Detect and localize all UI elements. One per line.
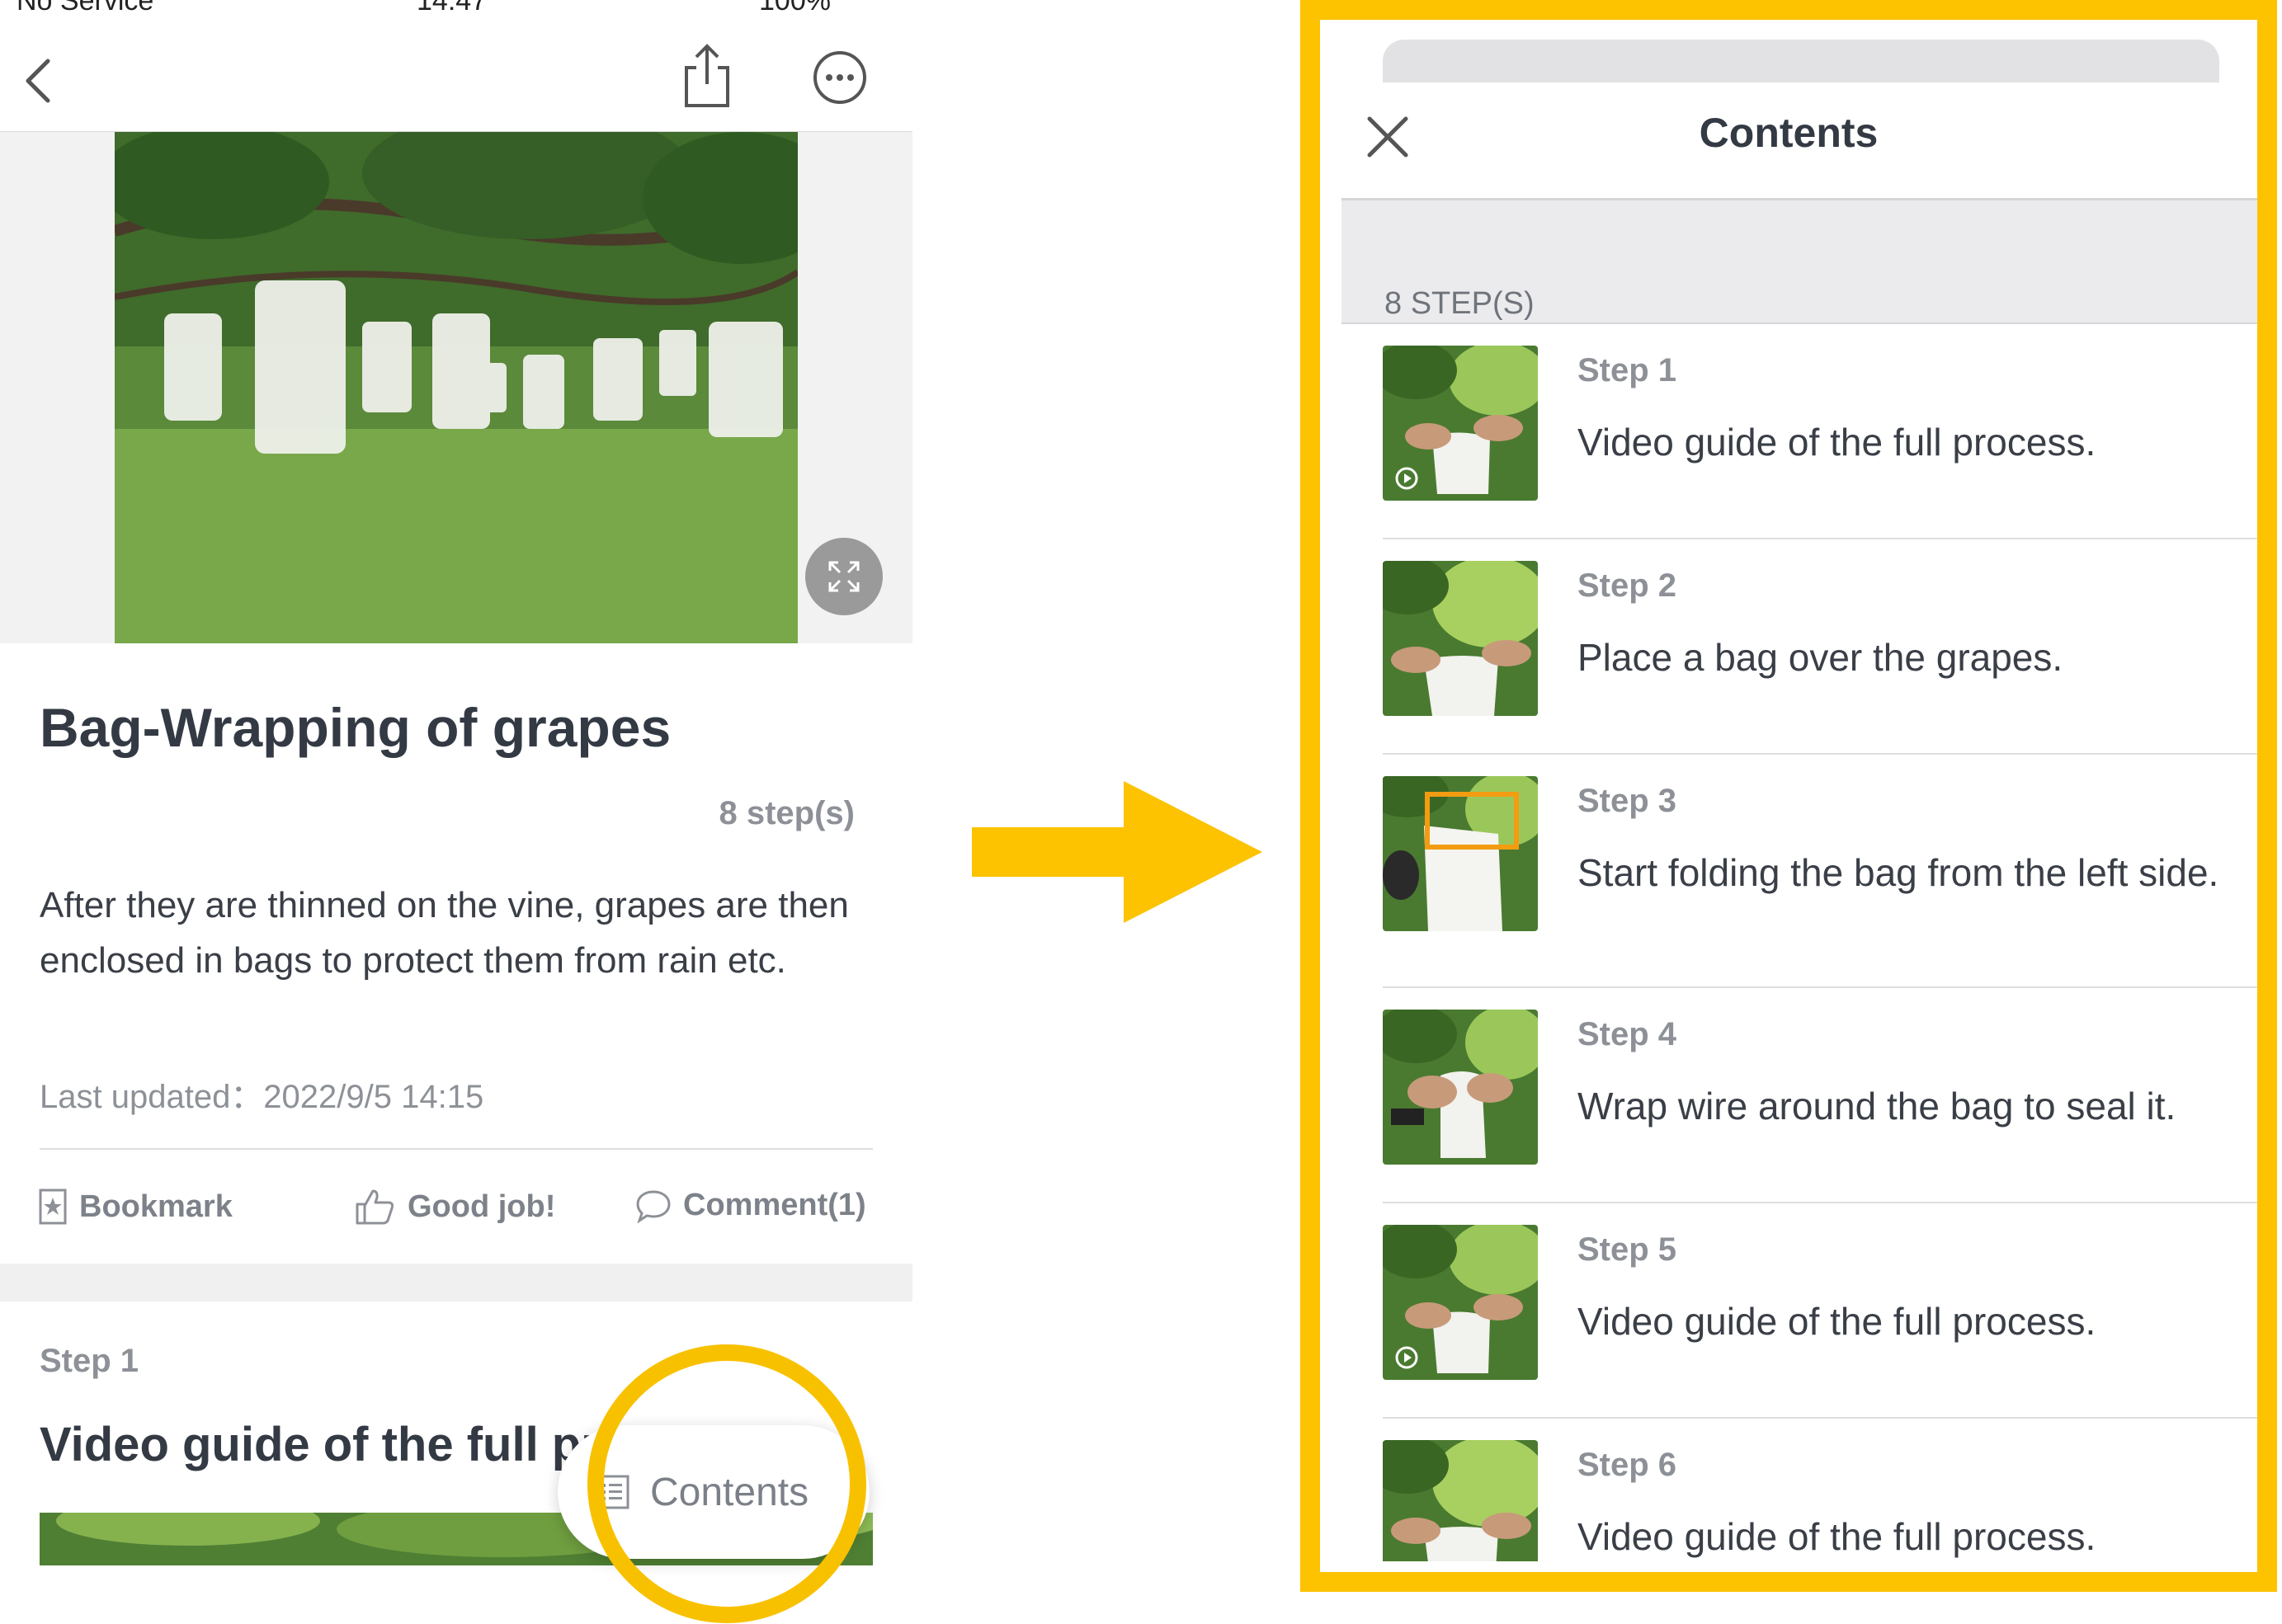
list-item[interactable]: Step 3 Start folding the bag from the le… <box>1383 755 2257 988</box>
clock: 14:47 <box>417 0 488 16</box>
good-job-label: Good job! <box>408 1189 556 1224</box>
last-updated-label: Last updated：2022/9/5 14:15 <box>40 1079 484 1115</box>
steps-list: Step 1 Video guide of the full process. … <box>1320 324 2257 1561</box>
bookmark-button[interactable]: Bookmark <box>38 1188 233 1226</box>
step-text: Video guide of the full process. <box>1577 421 2096 464</box>
right-arrow-icon <box>972 781 1262 923</box>
list-item[interactable]: Step 5 Video guide of the full process. <box>1383 1203 2257 1419</box>
carrier-label: No Service <box>17 0 154 16</box>
step-thumbnail <box>1383 1010 1538 1165</box>
contents-sheet: Contents 8 STEP(S) Step 1 Video guide of… <box>1300 0 2277 1592</box>
video-play-icon <box>1395 467 1418 490</box>
battery-level: 100% <box>759 0 831 16</box>
step-label: Step 1 <box>1577 352 1677 388</box>
comment-button[interactable]: Comment(1) <box>635 1188 866 1223</box>
expand-image-icon[interactable] <box>805 538 883 615</box>
step-thumbnail <box>1383 1225 1538 1380</box>
step-text: Video guide of the full process. <box>1577 1300 2096 1343</box>
more-options-icon[interactable] <box>812 49 868 106</box>
sheet-handle[interactable] <box>1383 40 2219 82</box>
step-thumbnail <box>1383 776 1538 931</box>
divider <box>40 1148 873 1150</box>
step-label: Step 4 <box>1577 1016 1677 1052</box>
share-icon[interactable] <box>680 43 734 109</box>
top-nav-bar <box>0 18 912 133</box>
steps-section-header: 8 STEP(S) <box>1341 200 2257 324</box>
comment-bubble-icon <box>636 1189 671 1223</box>
article-description: After they are thinned on the vine, grap… <box>40 885 849 981</box>
good-job-button[interactable]: Good job! <box>355 1188 555 1226</box>
step-label: Step 6 <box>1577 1447 1677 1483</box>
back-chevron-icon[interactable] <box>20 56 56 106</box>
list-item[interactable]: Step 2 Place a bag over the grapes. <box>1383 539 2257 755</box>
step-thumbnail <box>1383 561 1538 716</box>
step-thumbnail <box>1383 1440 1538 1561</box>
step-text: Place a bag over the grapes. <box>1577 636 2063 679</box>
article-actions: Bookmark Good job! Comment(1) <box>0 1181 912 1239</box>
bookmark-icon <box>39 1189 67 1225</box>
step-text: Video guide of the full process. <box>1577 1515 2096 1558</box>
status-bar: No Service 14:47 100% <box>0 0 912 18</box>
step-thumbnail <box>1383 346 1538 501</box>
step-label: Step 2 <box>1577 567 1677 604</box>
step-label: Step 1 <box>40 1343 139 1379</box>
step-text: Start folding the bag from the left side… <box>1577 851 2219 894</box>
section-separator <box>0 1264 912 1302</box>
grape-vineyard-photo[interactable] <box>115 132 798 643</box>
comment-label: Comment(1) <box>683 1188 866 1222</box>
step-label: Step 5 <box>1577 1231 1677 1268</box>
bookmark-label: Bookmark <box>79 1189 233 1224</box>
list-item[interactable]: Step 4 Wrap wire around the bag to seal … <box>1383 988 2257 1203</box>
sheet-title: Contents <box>1699 110 1879 156</box>
article-title: Bag-Wrapping of grapes <box>40 697 672 758</box>
highlight-circle <box>587 1344 866 1623</box>
steps-count-header: 8 STEP(S) <box>1384 286 1535 321</box>
step-text: Wrap wire around the bag to seal it. <box>1577 1085 2176 1127</box>
step-label: Step 3 <box>1577 783 1677 819</box>
list-item[interactable]: Step 1 Video guide of the full process. <box>1383 324 2257 539</box>
thumbs-up-icon <box>356 1189 394 1225</box>
video-play-icon <box>1395 1346 1418 1369</box>
list-item[interactable]: Step 6 Video guide of the full process. <box>1383 1419 2257 1561</box>
step-count-label: 8 step(s) <box>719 795 856 831</box>
article-screen: No Service 14:47 100% Bag-Wrapping of gr… <box>0 0 912 1624</box>
hero-image-area <box>0 132 912 643</box>
